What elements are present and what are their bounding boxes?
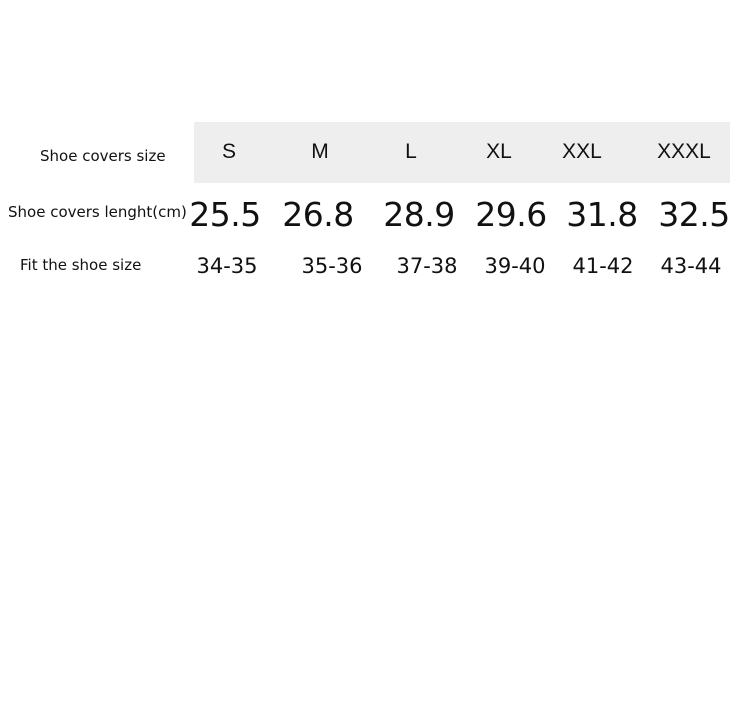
fit-row-label: Fit the shoe size bbox=[20, 256, 142, 274]
length-cell-l: 28.9 bbox=[383, 195, 455, 234]
fit-cell-xxl: 41-42 bbox=[572, 254, 634, 278]
size-cell-xxl: XXL bbox=[562, 140, 602, 163]
header-band bbox=[194, 122, 730, 183]
size-cell-xxxl: XXXL bbox=[657, 140, 711, 163]
size-cell-m: M bbox=[311, 140, 329, 163]
length-row-label: Shoe covers lenght(cm) bbox=[8, 203, 187, 221]
length-cell-xxxl: 32.5 bbox=[658, 195, 730, 234]
fit-cell-m: 35-36 bbox=[301, 254, 363, 278]
size-cell-l: L bbox=[405, 140, 417, 163]
length-cell-xxl: 31.8 bbox=[566, 195, 638, 234]
size-cell-s: S bbox=[221, 140, 237, 163]
size-cell-xl: XL bbox=[486, 140, 512, 163]
fit-cell-l: 37-38 bbox=[396, 254, 458, 278]
fit-cell-xxxl: 43-44 bbox=[660, 254, 722, 278]
size-row-label: Shoe covers size bbox=[40, 147, 166, 165]
fit-cell-xl: 39-40 bbox=[484, 254, 546, 278]
length-cell-xl: 29.6 bbox=[475, 195, 547, 234]
length-cell-m: 26.8 bbox=[282, 195, 354, 234]
fit-cell-s: 34-35 bbox=[196, 254, 258, 278]
length-cell-s: 25.5 bbox=[189, 195, 261, 234]
